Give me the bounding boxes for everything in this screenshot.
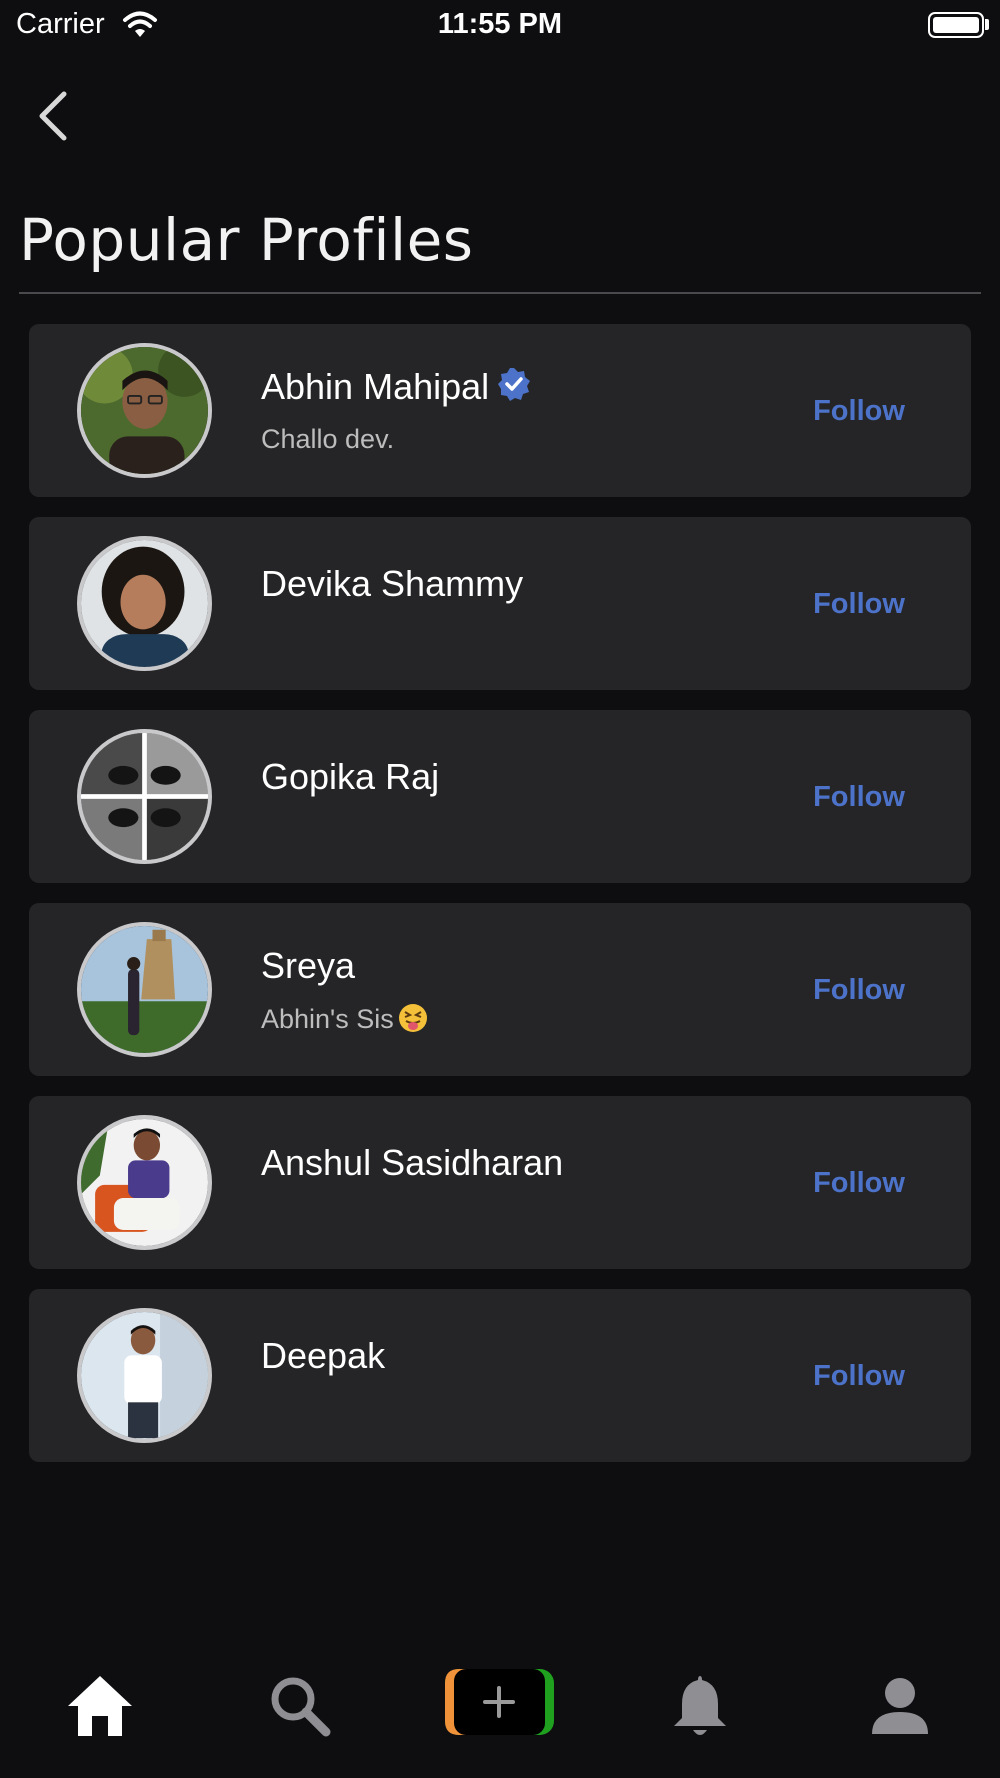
plus-icon: [445, 1669, 554, 1735]
profile-card[interactable]: Gopika Raj Follow: [29, 710, 971, 883]
back-button[interactable]: [30, 88, 80, 144]
tab-home[interactable]: [60, 1666, 140, 1746]
profile-card[interactable]: Devika Shammy Follow: [29, 517, 971, 690]
follow-button[interactable]: Follow: [799, 579, 919, 629]
tab-notifications[interactable]: [660, 1666, 740, 1746]
tab-create[interactable]: [444, 1668, 555, 1736]
profile-bio: Abhin's Sis: [261, 1003, 428, 1035]
follow-button[interactable]: Follow: [799, 1351, 919, 1401]
profile-name: Abhin Mahipal: [261, 366, 531, 408]
profile-name: Deepak: [261, 1335, 386, 1376]
avatar[interactable]: [77, 536, 212, 671]
avatar[interactable]: [77, 1308, 212, 1443]
clock: 11:55 PM: [437, 8, 563, 40]
avatar[interactable]: [77, 343, 212, 478]
squinting-tongue-emoji-icon: [398, 1004, 427, 1032]
profile-card[interactable]: Abhin Mahipal Challo dev. Follow: [29, 324, 971, 497]
tab-profile[interactable]: [860, 1666, 940, 1746]
avatar[interactable]: [77, 1115, 212, 1250]
verified-badge-icon: [498, 368, 531, 401]
profile-bio: Challo dev.: [261, 424, 395, 454]
profile-card[interactable]: Anshul Sasidharan Follow: [29, 1096, 971, 1269]
home-icon: [68, 1676, 132, 1736]
avatar[interactable]: [77, 922, 212, 1057]
battery-icon: [928, 12, 984, 38]
chevron-left-icon: [39, 91, 67, 141]
follow-button[interactable]: Follow: [799, 1158, 919, 1208]
follow-button[interactable]: Follow: [799, 965, 919, 1015]
page-title: Popular Profiles: [19, 206, 474, 274]
battery-tip: [985, 19, 989, 30]
follow-button[interactable]: Follow: [799, 772, 919, 822]
title-divider: [19, 292, 981, 294]
profile-name: Devika Shammy: [261, 563, 524, 604]
person-icon: [872, 1678, 928, 1734]
profile-name: Anshul Sasidharan: [261, 1142, 564, 1183]
bell-icon: [674, 1676, 726, 1735]
status-bar: Carrier 11:55 PM: [0, 0, 1000, 50]
tab-bar: [0, 1640, 1000, 1778]
follow-button[interactable]: Follow: [799, 386, 919, 436]
profile-list: Abhin Mahipal Challo dev. Follow Devika …: [29, 324, 971, 1482]
avatar[interactable]: [77, 729, 212, 864]
profile-name: Sreya: [261, 945, 356, 986]
profile-name: Gopika Raj: [261, 756, 440, 797]
tab-search[interactable]: [260, 1666, 340, 1746]
search-icon: [271, 1677, 331, 1737]
profile-card[interactable]: Deepak Follow: [29, 1289, 971, 1462]
profile-card[interactable]: Sreya Abhin's Sis Follow: [29, 903, 971, 1076]
